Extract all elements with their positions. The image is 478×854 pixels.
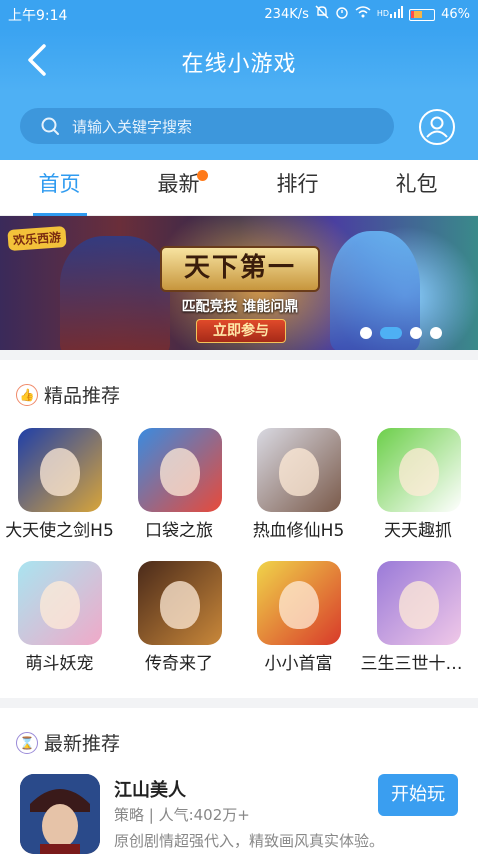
status-time: 上午9:14 <box>8 8 68 24</box>
status-bar: 上午9:14 234K/s HD 46% <box>0 0 478 28</box>
tab-ranking[interactable]: 排行 <box>238 160 357 216</box>
game-name: 三生三世十里桃花 <box>360 654 476 674</box>
new-badge <box>197 170 208 181</box>
user-icon <box>419 109 455 145</box>
game-name: 大天使之剑H5 <box>5 521 114 541</box>
divider <box>0 350 478 360</box>
game-tile[interactable]: 大天使之剑H5 <box>0 420 119 550</box>
featured-section-title: 👍 精品推荐 <box>16 381 120 408</box>
game-name: 热血修仙H5 <box>252 521 345 541</box>
banner-cta-button[interactable]: 立即参与 <box>196 319 286 343</box>
banner-character-left <box>60 236 170 350</box>
game-name: 江山美人 <box>114 780 186 801</box>
tab-gifts[interactable]: 礼包 <box>357 160 476 216</box>
game-icon <box>376 561 461 645</box>
game-name: 口袋之旅 <box>145 521 213 541</box>
tab-home-label: 首页 <box>38 172 81 196</box>
signal-icon: HD <box>376 6 404 23</box>
latest-section-title: ⌛ 最新推荐 <box>16 729 120 756</box>
tab-latest-label: 最新 <box>157 172 200 196</box>
banner-indicator[interactable] <box>360 327 372 339</box>
tab-ranking-label: 排行 <box>276 172 319 196</box>
game-tile[interactable]: 三生三世十里桃花 <box>359 553 478 683</box>
battery-percent: 46% <box>441 6 470 22</box>
network-speed: 234K/s <box>264 6 309 22</box>
wifi-icon <box>355 5 371 24</box>
banner-tagline: 匹配竞技 谁能问鼎 <box>181 299 299 315</box>
battery-icon <box>409 8 436 21</box>
game-icon <box>18 561 102 645</box>
tab-home[interactable]: 首页 <box>0 160 119 216</box>
game-icon <box>137 428 222 512</box>
banner-game-logo: 欢乐西游 <box>7 226 67 251</box>
list-item[interactable]: 江山美人 策略 | 人气:402万+ 原创剧情超强代入，精致画风真实体验。 开始… <box>0 768 478 854</box>
alarm-icon <box>335 5 349 24</box>
header: 在线小游戏 <box>0 28 478 92</box>
game-tile[interactable]: 小小首富 <box>239 553 358 683</box>
search-bar: 请输入关键字搜索 <box>0 92 478 160</box>
network-type-label: HD <box>376 9 390 18</box>
search-icon <box>41 117 59 135</box>
game-name: 天天趣抓 <box>384 521 452 541</box>
hourglass-icon: ⌛ <box>16 731 38 754</box>
game-tile[interactable]: 天天趣抓 <box>359 420 478 550</box>
game-meta: 策略 | 人气:402万+ <box>114 806 250 824</box>
game-icon <box>18 428 102 512</box>
game-tile[interactable]: 传奇来了 <box>120 553 239 683</box>
latest-title: 最新推荐 <box>44 733 121 755</box>
game-icon <box>376 428 461 512</box>
game-icon <box>20 774 100 854</box>
game-icon <box>257 561 341 645</box>
banner-indicator-active[interactable] <box>380 327 402 339</box>
mute-bell-icon <box>315 5 329 24</box>
game-icon <box>137 561 222 645</box>
status-icons: 234K/s HD 46% <box>264 5 470 24</box>
featured-title: 精品推荐 <box>44 385 121 407</box>
tab-bar: 首页 最新 排行 礼包 <box>0 160 478 216</box>
game-description: 原创剧情超强代入，精致画风真实体验。 <box>114 832 385 850</box>
banner-headline: 天下第一 <box>160 246 320 292</box>
user-button[interactable] <box>418 108 456 146</box>
game-tile[interactable]: 萌斗妖宠 <box>0 553 119 683</box>
thumbs-up-icon: 👍 <box>16 383 38 406</box>
banner-indicator[interactable] <box>410 327 422 339</box>
game-tile[interactable]: 口袋之旅 <box>120 420 239 550</box>
tab-gifts-label: 礼包 <box>395 172 438 196</box>
divider <box>0 698 478 708</box>
banner-indicator[interactable] <box>430 327 442 339</box>
game-tile[interactable]: 热血修仙H5 <box>239 420 358 550</box>
search-placeholder: 请输入关键字搜索 <box>72 118 193 136</box>
game-name: 萌斗妖宠 <box>25 654 94 674</box>
game-name: 小小首富 <box>264 654 333 674</box>
game-icon <box>257 428 341 512</box>
banner-indicators <box>360 327 442 339</box>
search-input[interactable]: 请输入关键字搜索 <box>20 108 394 144</box>
start-play-button[interactable]: 开始玩 <box>378 774 458 816</box>
tab-latest[interactable]: 最新 <box>119 160 238 216</box>
game-name: 传奇来了 <box>145 654 213 674</box>
page-title: 在线小游戏 <box>181 52 297 77</box>
